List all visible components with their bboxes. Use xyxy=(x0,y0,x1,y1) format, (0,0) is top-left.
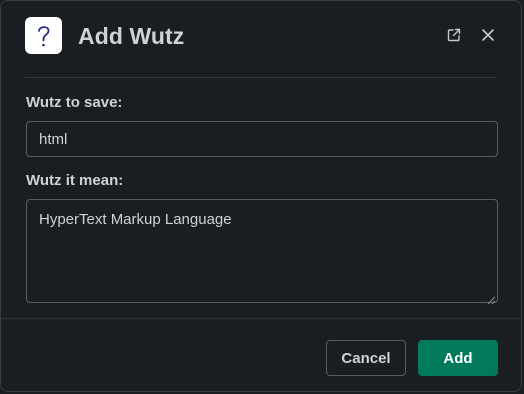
meaning-label: Wutz it mean: xyxy=(26,172,124,189)
add-button[interactable]: Add xyxy=(418,340,498,376)
term-label: Wutz to save: xyxy=(26,94,123,111)
meaning-textarea[interactable]: HyperText Markup Language xyxy=(26,199,498,303)
question-mark-icon xyxy=(33,23,55,49)
dialog-title: Add Wutz xyxy=(78,23,185,49)
close-icon xyxy=(481,28,495,47)
footer-divider xyxy=(1,318,521,319)
external-link-icon xyxy=(446,27,462,48)
dialog-header: Add Wutz xyxy=(1,1,521,73)
header-divider xyxy=(25,77,497,78)
open-external-button[interactable] xyxy=(442,25,466,49)
close-button[interactable] xyxy=(476,25,500,49)
term-input[interactable] xyxy=(26,121,498,157)
add-wutz-dialog: Add Wutz Wutz to save: Wutz it mean: Hyp… xyxy=(0,0,522,392)
cancel-button[interactable]: Cancel xyxy=(326,340,406,376)
app-logo xyxy=(25,17,62,54)
resize-handle[interactable] xyxy=(487,292,496,305)
